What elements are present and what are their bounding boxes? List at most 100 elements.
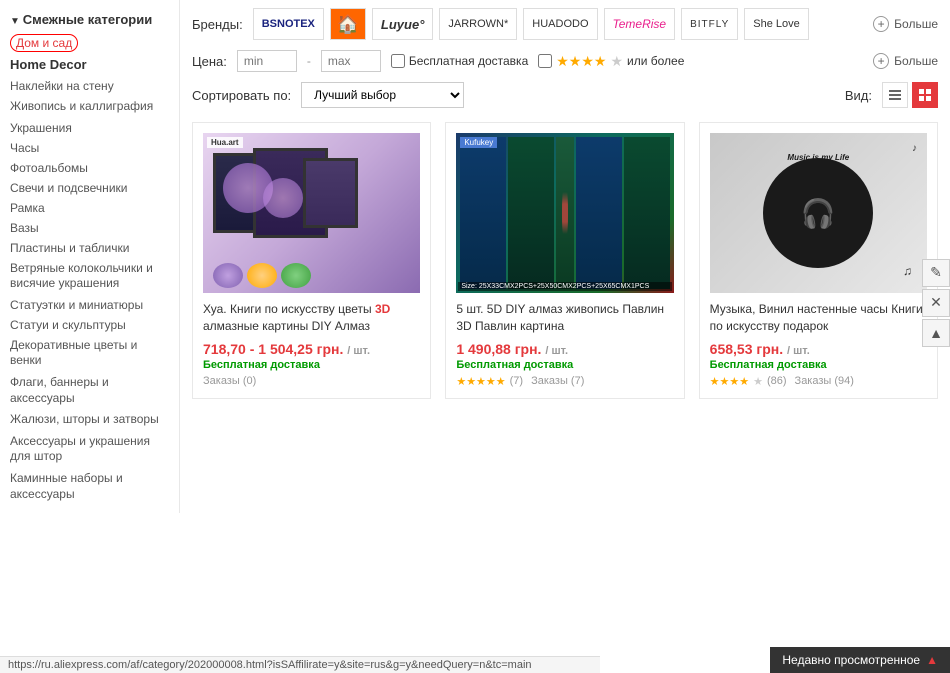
sidebar-item-statues[interactable]: Статуи и скульптуры bbox=[0, 315, 179, 335]
product-card-3[interactable]: 🎧 Music is my Life ♪ ♫ Музыка, Винил нас… bbox=[699, 122, 938, 399]
recently-viewed-arrow-icon: ▲ bbox=[926, 653, 938, 667]
price-dash: - bbox=[307, 54, 311, 68]
recently-viewed-label: Недавно просмотренное bbox=[782, 653, 920, 667]
product-title-3: Музыка, Винил настенные часы Книги по ис… bbox=[710, 301, 927, 335]
brand-bsnotex-text: BSNOTEX bbox=[262, 18, 315, 30]
main-content: Бренды: BSNOTEX 🏠 Luyue° JARROWN* HUADOD… bbox=[180, 0, 950, 513]
price-more-button[interactable]: + Больше bbox=[873, 53, 938, 69]
close-icon: ✕ bbox=[930, 294, 942, 311]
plus-circle-price-icon: + bbox=[873, 53, 889, 69]
sidebar-item-albums[interactable]: Фотоальбомы bbox=[0, 158, 179, 178]
brand-shelove[interactable]: She Love bbox=[744, 8, 808, 40]
product-rating-3: ★★★★ ★ (86) Заказы (94) bbox=[710, 375, 927, 388]
sidebar-item-jewelry[interactable]: Украшения bbox=[0, 118, 179, 138]
product-title-1: Хуа. Книги по искусству цветы 3D алмазны… bbox=[203, 301, 420, 335]
price-label: Цена: bbox=[192, 54, 227, 69]
product-orders-1: Заказы (0) bbox=[203, 375, 256, 387]
brands-label: Бренды: bbox=[192, 17, 243, 32]
sidebar-item-flowers[interactable]: Декоративные цветы и венки bbox=[0, 335, 179, 372]
brand-jarrown[interactable]: JARROWN* bbox=[439, 8, 517, 40]
product-price-1: 718,70 - 1 504,25 грн. / шт. bbox=[203, 341, 420, 357]
sidebar: Смежные категории Дом и сад Home Decor Н… bbox=[0, 0, 180, 513]
sidebar-item-figurines[interactable]: Статуэтки и миниатюры bbox=[0, 295, 179, 315]
free-delivery-checkbox[interactable] bbox=[391, 54, 405, 68]
sidebar-item-blinds[interactable]: Жалюзи, шторы и затворы bbox=[0, 409, 179, 431]
sidebar-item-windchimes[interactable]: Ветряные колокольчики и висячие украшени… bbox=[0, 258, 179, 295]
product-price-2: 1 490,88 грн. / шт. bbox=[456, 341, 673, 357]
view-list-button[interactable] bbox=[882, 82, 908, 108]
product-brand-badge-1: Hua.art bbox=[207, 137, 243, 148]
price-more-label: Больше bbox=[894, 54, 938, 68]
brands-more-label: Больше bbox=[894, 17, 938, 31]
price-row: Цена: - Бесплатная доставка ★★★★ ★ или б… bbox=[192, 50, 938, 72]
view-buttons bbox=[882, 82, 938, 108]
sidebar-item-stickers[interactable]: Наклейки на стену bbox=[0, 76, 179, 96]
view-grid-button[interactable] bbox=[912, 82, 938, 108]
close-float-button[interactable]: ✕ bbox=[922, 289, 950, 317]
brand-orange[interactable]: 🏠 bbox=[330, 8, 366, 40]
sidebar-item-flags[interactable]: Флаги, баннеры и аксессуары bbox=[0, 372, 179, 409]
product-title-2: 5 шт. 5D DIY алмаз живопись Павлин 3D Па… bbox=[456, 301, 673, 335]
product-card-2[interactable]: Kufukey Size: 25X33CMX2PC bbox=[445, 122, 684, 399]
star-filter-checkbox[interactable] bbox=[538, 54, 552, 68]
price-max-input[interactable] bbox=[321, 50, 381, 72]
product-free-delivery-3: Бесплатная доставка bbox=[710, 359, 927, 371]
product-half-star-3: ★ bbox=[753, 375, 763, 388]
sort-label: Сортировать по: bbox=[192, 88, 291, 103]
product-free-delivery-1: Бесплатная доставка bbox=[203, 359, 420, 371]
sidebar-dom-i-sad-link[interactable]: Дом и сад bbox=[10, 34, 78, 52]
up-icon: ▲ bbox=[929, 325, 943, 341]
brand-huadodo[interactable]: HUADODO bbox=[523, 8, 597, 40]
product-orders-3: Заказы (94) bbox=[795, 375, 854, 387]
brand-luyue[interactable]: Luyue° bbox=[372, 8, 433, 40]
product-price-3: 658,53 грн. / шт. bbox=[710, 341, 927, 357]
brand-bitfly[interactable]: BITFLY bbox=[681, 8, 738, 40]
floating-buttons: ✎ ✕ ▲ bbox=[922, 259, 950, 347]
brands-row: Бренды: BSNOTEX 🏠 Luyue° JARROWN* HUADOD… bbox=[192, 8, 938, 40]
product-stars-2: ★★★★★ bbox=[456, 375, 505, 388]
product-image-2: Kufukey Size: 25X33CMX2PC bbox=[456, 133, 673, 293]
view-label: Вид: bbox=[845, 88, 872, 103]
sort-select[interactable]: Лучший выбор Цена: по возрастанию Цена: … bbox=[301, 82, 464, 108]
brand-luyue-text: Luyue° bbox=[381, 17, 424, 32]
product-free-delivery-2: Бесплатная доставка bbox=[456, 359, 673, 371]
product-rating-1: Заказы (0) bbox=[203, 375, 420, 387]
sidebar-item-candles[interactable]: Свечи и подсвечники bbox=[0, 178, 179, 198]
recently-viewed-bar[interactable]: Недавно просмотренное ▲ bbox=[770, 647, 950, 673]
free-delivery-label: Бесплатная доставка bbox=[409, 54, 528, 68]
brand-shelove-text: She Love bbox=[753, 18, 799, 30]
star-filter-row: ★★★★ ★ или более bbox=[538, 53, 684, 70]
product-stars-3: ★★★★ bbox=[710, 375, 749, 388]
sidebar-related-categories-title: Смежные категории bbox=[0, 8, 179, 33]
up-float-button[interactable]: ▲ bbox=[922, 319, 950, 347]
product-card-1[interactable]: Hua.art bbox=[192, 122, 431, 399]
status-bar: https://ru.aliexpress.com/af/category/20… bbox=[0, 656, 600, 673]
product-reviews-count-2: (7) bbox=[510, 375, 523, 387]
star-filter-stars: ★★★★ bbox=[556, 53, 606, 70]
sidebar-item-frames[interactable]: Рамка bbox=[0, 198, 179, 218]
brand-bsnotex[interactable]: BSNOTEX bbox=[253, 8, 324, 40]
brand-temerise[interactable]: TemeRise bbox=[604, 8, 676, 40]
sidebar-item-plates[interactable]: Пластины и таблички bbox=[0, 238, 179, 258]
sidebar-item-clocks[interactable]: Часы bbox=[0, 138, 179, 158]
brand-jarrown-text: JARROWN* bbox=[448, 18, 508, 30]
brands-more-button[interactable]: + Больше bbox=[873, 16, 938, 32]
edit-icon: ✎ bbox=[930, 264, 942, 281]
product-rating-2: ★★★★★ (7) Заказы (7) bbox=[456, 375, 673, 388]
product-reviews-count-3: (86) bbox=[767, 375, 787, 387]
free-delivery-checkbox-group: Бесплатная доставка bbox=[391, 54, 528, 68]
star-filter-label: или более bbox=[627, 54, 684, 68]
brand-bitfly-text: BITFLY bbox=[690, 19, 729, 30]
product-image-1: Hua.art bbox=[203, 133, 420, 293]
sidebar-item-vases[interactable]: Вазы bbox=[0, 218, 179, 238]
brand-orange-icon: 🏠 bbox=[337, 14, 359, 35]
sidebar-home-decor-title: Home Decor bbox=[0, 53, 179, 76]
sidebar-item-painting[interactable]: Живопись и каллиграфия bbox=[0, 96, 179, 118]
star-filter-grey: ★ bbox=[610, 53, 623, 70]
sidebar-item-fireplace[interactable]: Каминные наборы и аксессуары bbox=[0, 468, 179, 505]
sidebar-item-curtains[interactable]: Аксессуары и украшения для штор bbox=[0, 431, 179, 468]
sort-row: Сортировать по: Лучший выбор Цена: по во… bbox=[192, 82, 938, 108]
edit-float-button[interactable]: ✎ bbox=[922, 259, 950, 287]
products-grid: Hua.art bbox=[192, 122, 938, 399]
price-min-input[interactable] bbox=[237, 50, 297, 72]
